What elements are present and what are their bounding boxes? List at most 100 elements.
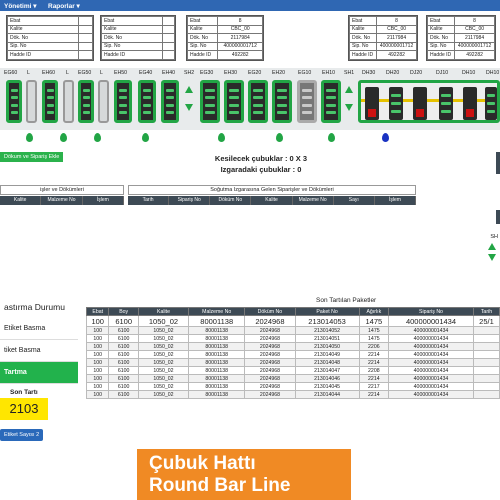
sensor-indicator-icon [60,133,67,142]
info-card-4: Ebat 8 Kalite CBC_00 Dök. No 2117984 Sip. N… [348,15,418,61]
packets-table: Ebat Boy Kalite Malzeme No Döküm No Paket No A… [85,307,500,399]
station-label: SH2 [184,70,195,76]
table-row[interactable]: 100 6100 1050_02 80001138 2024968 213014045 22… [85,382,500,391]
sensor-active-icon [382,133,389,142]
station-label: DH30 [362,70,376,76]
banner-line-1: Çubuk Hattı [149,453,256,474]
sensor-indicator-icon [94,133,101,142]
stand-eh30[interactable] [224,80,244,123]
section-orders-left: işler ve Dökümleri [0,185,124,195]
info-cards-strip: Ebat Kalite Dök. No Sip. No Hadde ID Eba… [0,11,500,68]
cut-bars-count: Kesilecek çubuklar : 0 X 3 [214,154,308,163]
stand-dh30[interactable] [365,87,379,120]
station-label: EG50 [78,70,92,76]
stand-eg60[interactable] [6,80,22,123]
production-line-diagram: EG60 L EH60 L EG50 L EH50 EG40 EH40 SH2 … [0,68,500,130]
status-step-tartma[interactable]: Tartma [0,362,78,384]
table-row[interactable]: 100 6100 1050_02 80001138 2024968 213014044 22… [85,390,500,399]
station-label: EH40 [162,70,175,76]
station-label: L [100,70,103,76]
stand-eg40[interactable] [138,80,156,123]
label-count-button[interactable]: Etiket Sayısı 2 [0,429,44,441]
loop-unit [26,80,37,123]
sensor-indicator-icon [26,133,33,142]
status-panel-title: astırma Durumu [4,302,65,312]
station-label: DJ10 [436,70,449,76]
last-weight-value: 2103 [0,398,48,420]
stand-dj10[interactable] [439,87,453,120]
station-label: EG40 [139,70,153,76]
arrow-up-icon[interactable] [488,243,496,250]
info-card-1: Ebat Kalite Dök. No Sip. No Hadde ID [6,15,94,61]
finishing-block[interactable] [358,80,500,123]
last-weight-label: Son Tartı [10,389,38,396]
stand-eh50[interactable] [114,80,132,123]
station-label: L [27,70,30,76]
stand-eg10[interactable] [297,80,317,123]
stand-eg20[interactable] [248,80,268,123]
table-row[interactable]: 100 6100 1050_02 80001138 2024968 213014050 22… [85,342,500,351]
sensor-indicator-icon [218,133,225,142]
stand-dj20[interactable] [413,87,427,120]
loop-unit [63,80,74,123]
stand-eh40[interactable] [161,80,179,123]
station-label: EG30 [200,70,214,76]
arrow-up-icon[interactable] [185,86,193,93]
station-label: DH10 [486,70,500,76]
table-row[interactable]: 100 6100 1050_02 80001138 2024968 213014053 14… [85,315,500,327]
loop-unit [98,80,109,123]
table-row[interactable]: 100 6100 1050_02 80001138 2024968 213014052 14… [85,326,500,335]
left-table-header: Kalite Malzeme No İşlem [0,196,124,205]
packets-title: Son Tartılan Paketler [316,297,377,304]
table-row[interactable]: 100 6100 1050_02 80001138 2024968 213014051 14… [85,334,500,343]
scroll-indicator[interactable] [496,152,500,174]
arrow-down-icon[interactable] [345,104,353,111]
sensor-indicator-icon [276,133,283,142]
stand-dh10[interactable] [463,87,477,120]
station-label: L [66,70,69,76]
section-cooling-grid-orders: Soğutma Izgarasına Gelen Siparişler ve D… [128,185,416,195]
info-card-5: Ebat 8 Kalite CBC_00 Dök. No 2117984 Sip. N… [426,15,496,61]
stand-eh10[interactable] [321,80,341,123]
table-row[interactable]: 100 6100 1050_02 80001138 2024968 213014047 22… [85,366,500,375]
station-label: EH50 [114,70,127,76]
grid-bars-count: Izgaradaki çubuklar : 0 [220,165,302,174]
top-menu-bar: Yönetimi ▾ Raporlar ▾ [0,0,500,11]
stand-dh10b[interactable] [485,87,497,120]
station-label: SH1 [344,70,355,76]
add-order-button[interactable]: Dökum ve Sipariş Ekle [0,152,64,162]
stand-eg50[interactable] [78,80,94,123]
stand-eg30[interactable] [200,80,220,123]
station-label: EH10 [322,70,335,76]
station-label: DJ20 [410,70,423,76]
stand-eh60[interactable] [42,80,58,123]
table-row[interactable]: 100 6100 1050_02 80001138 2024968 213014049 22… [85,350,500,359]
sensor-indicator-icon [328,133,335,142]
side-label: SH [490,234,498,240]
arrow-down-icon[interactable] [185,104,193,111]
station-label: EH20 [272,70,285,76]
arrow-down-icon[interactable] [488,254,496,261]
station-label: DH10 [462,70,476,76]
menu-yonetimi[interactable]: Yönetimi ▾ [4,2,37,10]
station-label: DH20 [386,70,400,76]
table-row[interactable]: 100 6100 1050_02 80001138 2024968 213014046 22… [85,374,500,383]
station-label: EG10 [298,70,312,76]
menu-raporlar[interactable]: Raporlar ▾ [48,2,80,10]
station-label: EG20 [248,70,262,76]
table-row[interactable]: 100 6100 1050_02 80001138 2024968 213014048 22… [85,358,500,367]
banner-line-2: Round Bar Line [149,475,291,496]
station-label: EG60 [4,70,18,76]
arrow-up-icon[interactable] [345,86,353,93]
scroll-indicator[interactable] [496,210,500,224]
status-step-etiket-basma[interactable]: Etiket Basma [0,318,78,340]
station-label: EH60 [42,70,55,76]
stand-dh20[interactable] [389,87,403,120]
status-panel: Etiket Basma tiket Basma Tartma [0,318,78,384]
stand-eh20[interactable] [272,80,292,123]
info-card-3: Ebat 8 Kalite CBC_00 Dök. No 2117984 Sip. N… [186,15,264,61]
status-step-etiket-basma-2[interactable]: tiket Basma [0,340,78,362]
right-table-header: Tarih Sipariş No Döküm No Kalite Malzeme No S… [128,196,416,205]
info-card-2: Ebat Kalite Dök. No Sip. No Hadde ID [100,15,176,61]
station-label: EH30 [224,70,237,76]
